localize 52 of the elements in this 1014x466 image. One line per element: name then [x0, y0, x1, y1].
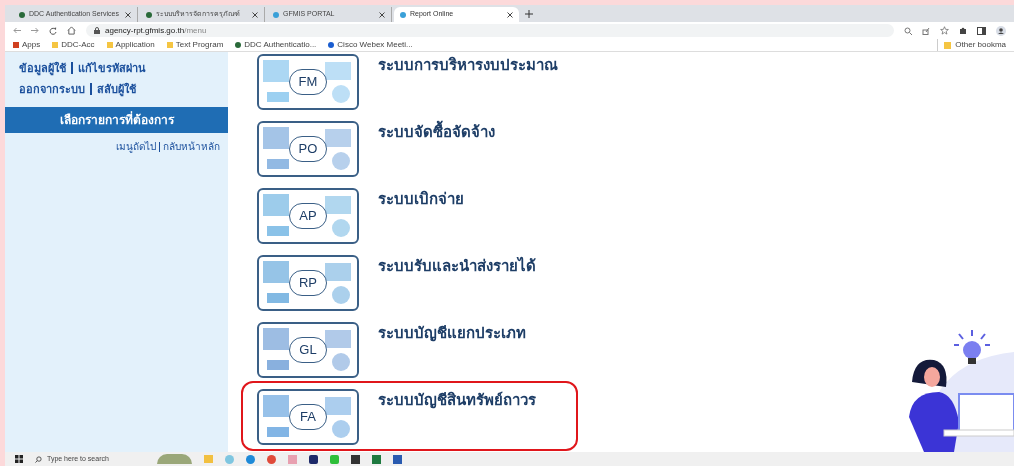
- side-panel-icon[interactable]: [977, 26, 986, 35]
- bookmark[interactable]: DDC-Acc: [52, 39, 95, 51]
- system-link[interactable]: ระบบบัญชีแยกประเภท: [378, 322, 526, 345]
- zoom-icon[interactable]: [904, 26, 912, 35]
- system-link[interactable]: ระบบการบริหารงบประมาณ: [378, 54, 558, 77]
- share-icon[interactable]: [922, 26, 930, 35]
- search-icon: [35, 455, 42, 463]
- reload-icon[interactable]: [49, 26, 57, 35]
- system-icon[interactable]: PO: [257, 121, 359, 177]
- home-icon[interactable]: [67, 26, 76, 35]
- separator: [71, 62, 73, 75]
- url-text: agency-rpt.gfmis.go.th/menu: [105, 24, 207, 37]
- close-icon[interactable]: [125, 11, 131, 18]
- favicon-icon: [273, 11, 279, 18]
- windows-start-icon[interactable]: [15, 455, 23, 463]
- nav-link[interactable]: เมนูถัดไป: [116, 139, 156, 154]
- new-tab-icon[interactable]: [525, 10, 533, 18]
- separator: [159, 141, 160, 152]
- close-icon[interactable]: [252, 11, 258, 18]
- system-icon[interactable]: AP: [257, 188, 359, 244]
- lock-icon: [94, 27, 100, 34]
- sidebar-link[interactable]: แก้ไขรหัสผ่าน: [78, 60, 146, 77]
- sidebar-header: เลือกรายการที่ต้องการ: [5, 107, 228, 133]
- separator: [90, 82, 92, 95]
- sidebar-link[interactable]: ข้อมูลผู้ใช้: [19, 60, 66, 77]
- other-bookmarks[interactable]: Other bookma: [937, 39, 1006, 51]
- bookmark[interactable]: Application: [106, 39, 155, 51]
- bookmark[interactable]: Apps: [13, 39, 41, 51]
- system-icon[interactable]: FA: [257, 389, 359, 445]
- address-field[interactable]: agency-rpt.gfmis.go.th/menu: [86, 24, 894, 37]
- forward-icon[interactable]: [31, 27, 39, 34]
- profile-icon[interactable]: [996, 25, 1006, 36]
- star-icon[interactable]: [940, 26, 949, 35]
- nav-link[interactable]: กลับหน้าหลัก: [163, 139, 220, 154]
- bookmark[interactable]: Text Program: [166, 39, 224, 51]
- bookmark[interactable]: Cisco Webex Meeti...: [328, 39, 413, 51]
- favicon-icon: [19, 11, 25, 18]
- favicon-icon: [400, 11, 406, 18]
- close-icon[interactable]: [507, 11, 513, 18]
- system-link[interactable]: ระบบจัดซื้อจัดจ้าง: [378, 121, 495, 144]
- sidebar-link[interactable]: ออกจากระบบ: [19, 80, 85, 97]
- system-link[interactable]: ระบบรับและนำส่งรายได้: [378, 255, 536, 278]
- sidebar-link[interactable]: สลับผู้ใช้: [97, 80, 136, 97]
- bookmark[interactable]: DDC Authenticatio...: [235, 39, 317, 51]
- close-icon[interactable]: [379, 11, 385, 18]
- system-icon[interactable]: GL: [257, 322, 359, 378]
- back-icon[interactable]: [13, 27, 21, 34]
- favicon-icon: [146, 11, 152, 18]
- system-icon[interactable]: FM: [257, 54, 359, 110]
- system-link[interactable]: ระบบบัญชีสินทรัพย์ถาวร: [378, 389, 536, 412]
- system-link[interactable]: ระบบเบิกจ่าย: [378, 188, 464, 211]
- system-icon[interactable]: RP: [257, 255, 359, 311]
